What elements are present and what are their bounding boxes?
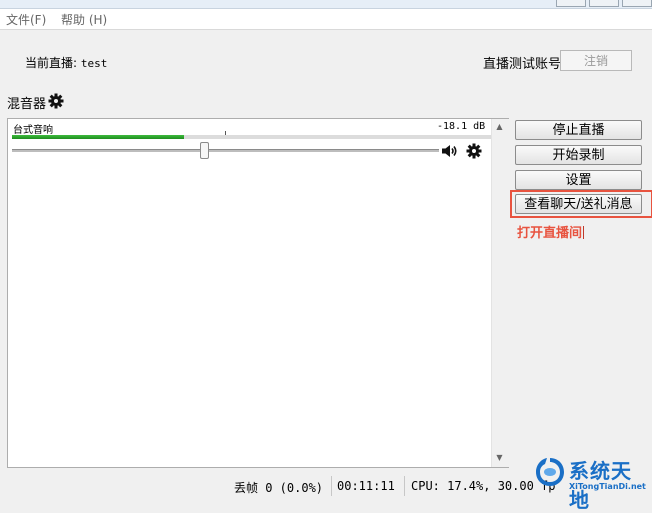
meter-tick [225, 131, 226, 135]
menu-bar: 文件(F) 帮助 (H) [0, 9, 652, 30]
current-stream: 当前直播: test [25, 54, 107, 71]
start-record-button[interactable]: 开始录制 [515, 145, 642, 165]
title-bar [0, 0, 652, 9]
status-separator [331, 476, 332, 496]
volume-slider-thumb[interactable] [200, 142, 209, 159]
audio-source-name: 台式音响 [13, 125, 53, 136]
watermark-logo-icon [536, 458, 564, 486]
stop-stream-button[interactable]: 停止直播 [515, 120, 642, 140]
audio-meter-level [12, 135, 184, 139]
highlight-box [510, 190, 652, 218]
scroll-down-arrow-icon[interactable]: ▼ [491, 452, 508, 464]
volume-slider-track[interactable] [12, 149, 439, 152]
minimize-button[interactable] [556, 0, 586, 7]
status-separator [404, 476, 405, 496]
current-stream-value: test [80, 57, 108, 70]
logout-button[interactable]: 注销 [560, 50, 632, 71]
open-live-room-annotation: 打开直播间 [517, 222, 585, 241]
mixer-title: 混音器 [7, 97, 47, 112]
close-button[interactable] [622, 0, 652, 7]
speaker-icon[interactable] [441, 144, 459, 158]
watermark-subtitle: XiTongTianDi.net [569, 482, 646, 491]
maximize-button[interactable] [589, 0, 619, 7]
annotation-text: 打开直播间 [517, 226, 583, 241]
mixer-scrollbar[interactable] [491, 119, 509, 467]
mixer-panel [7, 118, 509, 468]
status-dropped-frames: 丢帧 0 (0.0%) [234, 481, 324, 495]
gear-icon[interactable] [48, 93, 64, 109]
status-time: 00:11:11 [337, 479, 395, 493]
settings-button[interactable]: 设置 [515, 170, 642, 190]
test-account-label: 直播测试账号 [483, 57, 562, 72]
audio-db-value: -18.1 dB [437, 121, 486, 132]
scroll-up-arrow-icon[interactable]: ▲ [491, 121, 508, 133]
current-stream-label: 当前直播: [25, 56, 78, 70]
menu-file[interactable]: 文件(F) [6, 11, 46, 28]
source-settings-gear-icon[interactable] [466, 143, 482, 159]
menu-help[interactable]: 帮助 (H) [61, 11, 107, 28]
